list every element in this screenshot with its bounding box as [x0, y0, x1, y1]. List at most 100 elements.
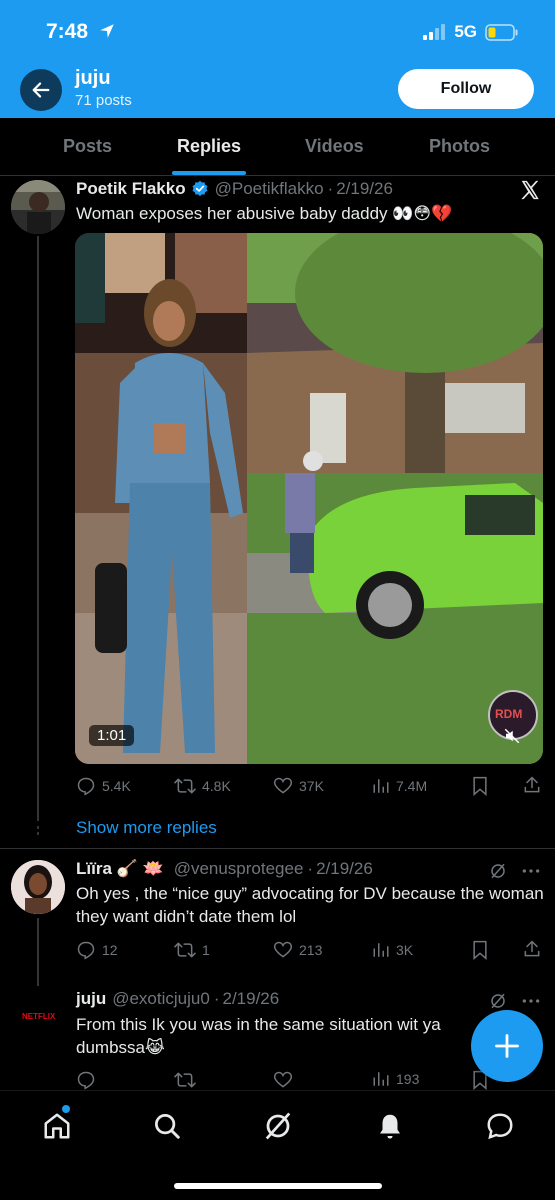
video-duration: 1:01 — [89, 725, 135, 746]
view-count: 7.4M — [396, 778, 428, 794]
network-label: 5G — [454, 22, 477, 41]
handle[interactable]: @Poetikflakko — [215, 179, 324, 199]
active-tab-indicator — [172, 171, 246, 175]
channel-badge: RDM — [495, 707, 523, 721]
divider — [0, 848, 555, 849]
follow-button[interactable]: Follow — [398, 69, 534, 109]
like-count: 213 — [299, 942, 323, 958]
status-indicators: 5G — [422, 22, 519, 42]
reply-button[interactable]: 5.4K — [76, 776, 131, 796]
bookmark-icon[interactable] — [471, 940, 489, 960]
post-actions: 12 1 213 3K — [76, 938, 546, 962]
separator-dot: · — [327, 179, 334, 198]
plus-icon — [495, 1034, 519, 1058]
signal-icon — [423, 24, 446, 40]
views-button[interactable]: 3K — [372, 941, 413, 959]
display-name[interactable]: Lïïra 🪕 🪷 — [76, 859, 164, 879]
grok-nav-icon[interactable] — [263, 1111, 293, 1141]
show-more-replies-link[interactable]: Show more replies — [76, 818, 217, 838]
home-indicator — [174, 1183, 382, 1189]
heart-icon[interactable] — [273, 1070, 293, 1090]
thread-line — [37, 236, 39, 821]
share-icon[interactable] — [522, 939, 542, 959]
post-text-line-2: dumbssa😹 — [76, 1038, 165, 1057]
video-media[interactable]: RDM 1:01 — [75, 233, 543, 764]
post-actions: 193 — [76, 1068, 496, 1092]
separator-dot: · — [307, 859, 314, 878]
post-text: Oh yes , the “nice guy” advocating for D… — [76, 884, 544, 926]
view-count: 193 — [396, 1071, 420, 1087]
like-button[interactable]: 37K — [273, 776, 324, 796]
heart-icon — [273, 777, 293, 794]
reply-count: 5.4K — [102, 778, 131, 794]
views-button[interactable]: 7.4M — [372, 777, 427, 795]
repost-icon — [174, 942, 196, 958]
home-icon[interactable] — [42, 1111, 72, 1141]
more-options-icon[interactable] — [521, 862, 541, 880]
messages-icon[interactable] — [485, 1111, 515, 1141]
post-text-line-1: From this Ik you was in the same situati… — [76, 1015, 441, 1034]
notification-dot — [62, 1105, 70, 1113]
profile-tabs: Posts Replies Videos Photos — [0, 118, 555, 176]
avatar[interactable] — [11, 180, 65, 234]
repost-button[interactable]: 1 — [174, 940, 210, 960]
post-date: 2/19/26 — [316, 859, 373, 878]
display-name[interactable]: juju — [76, 989, 106, 1009]
thread-dot — [37, 832, 39, 835]
repost-icon — [174, 778, 196, 794]
heart-icon — [273, 941, 293, 958]
account-name: juju — [75, 67, 111, 89]
avatar-image — [11, 860, 65, 914]
view-count: 3K — [396, 942, 414, 958]
video-thumbnail — [75, 233, 543, 764]
share-icon[interactable] — [522, 775, 542, 795]
more-options-icon[interactable] — [521, 992, 541, 1010]
handle[interactable]: @venusprotegee — [174, 859, 304, 879]
separator-dot: · — [213, 989, 220, 1008]
tab-replies[interactable]: Replies — [177, 136, 241, 157]
like-count: 37K — [299, 778, 324, 794]
views-button[interactable]: 193 — [372, 1070, 419, 1088]
profile-header: 7:48 5G juju 71 posts Follow — [0, 0, 555, 118]
views-icon — [373, 943, 389, 957]
tab-photos[interactable]: Photos — [429, 136, 490, 157]
location-arrow-icon — [100, 24, 114, 38]
back-button[interactable] — [20, 69, 62, 111]
avatar-image — [11, 180, 65, 234]
post-actions: 5.4K 4.8K 37K 7.4M — [76, 774, 546, 798]
bookmark-icon[interactable] — [471, 776, 489, 796]
views-icon — [373, 779, 389, 793]
thread-line — [37, 918, 39, 986]
post-count: 71 posts — [75, 92, 132, 109]
post-text: Woman exposes her abusive baby daddy 👀😳💔 — [76, 204, 453, 223]
tab-posts[interactable]: Posts — [63, 136, 112, 157]
views-icon — [373, 1072, 389, 1086]
grok-icon[interactable] — [489, 992, 507, 1010]
compose-button[interactable] — [471, 1010, 543, 1082]
handle[interactable]: @exoticjuju0 — [112, 989, 210, 1009]
repost-count: 1 — [202, 942, 210, 958]
reply-button[interactable]: 12 — [76, 940, 118, 960]
repost-icon[interactable] — [174, 1070, 196, 1090]
avatar[interactable] — [11, 860, 65, 914]
tab-videos[interactable]: Videos — [305, 136, 364, 157]
like-button[interactable]: 213 — [273, 940, 322, 960]
search-icon[interactable] — [152, 1111, 182, 1141]
avatar[interactable]: NETFLIX — [11, 990, 65, 1044]
grok-icon[interactable] — [489, 862, 507, 880]
x-logo-icon — [521, 180, 539, 200]
arrow-left-icon — [32, 82, 50, 98]
display-name[interactable]: Poetik Flakko — [76, 179, 186, 199]
reply-count: 12 — [102, 942, 118, 958]
verified-badge-icon — [192, 180, 208, 197]
reply-icon — [77, 777, 95, 796]
bell-icon[interactable] — [375, 1111, 405, 1141]
status-time: 7:48 — [46, 20, 89, 43]
reply-icon[interactable] — [76, 1070, 96, 1090]
battery-icon — [485, 23, 518, 41]
thread-dot — [37, 826, 39, 829]
reply-icon — [77, 941, 95, 960]
avatar-logo-text: NETFLIX — [22, 1012, 56, 1021]
mute-icon[interactable] — [503, 727, 521, 745]
repost-button[interactable]: 4.8K — [174, 776, 231, 796]
